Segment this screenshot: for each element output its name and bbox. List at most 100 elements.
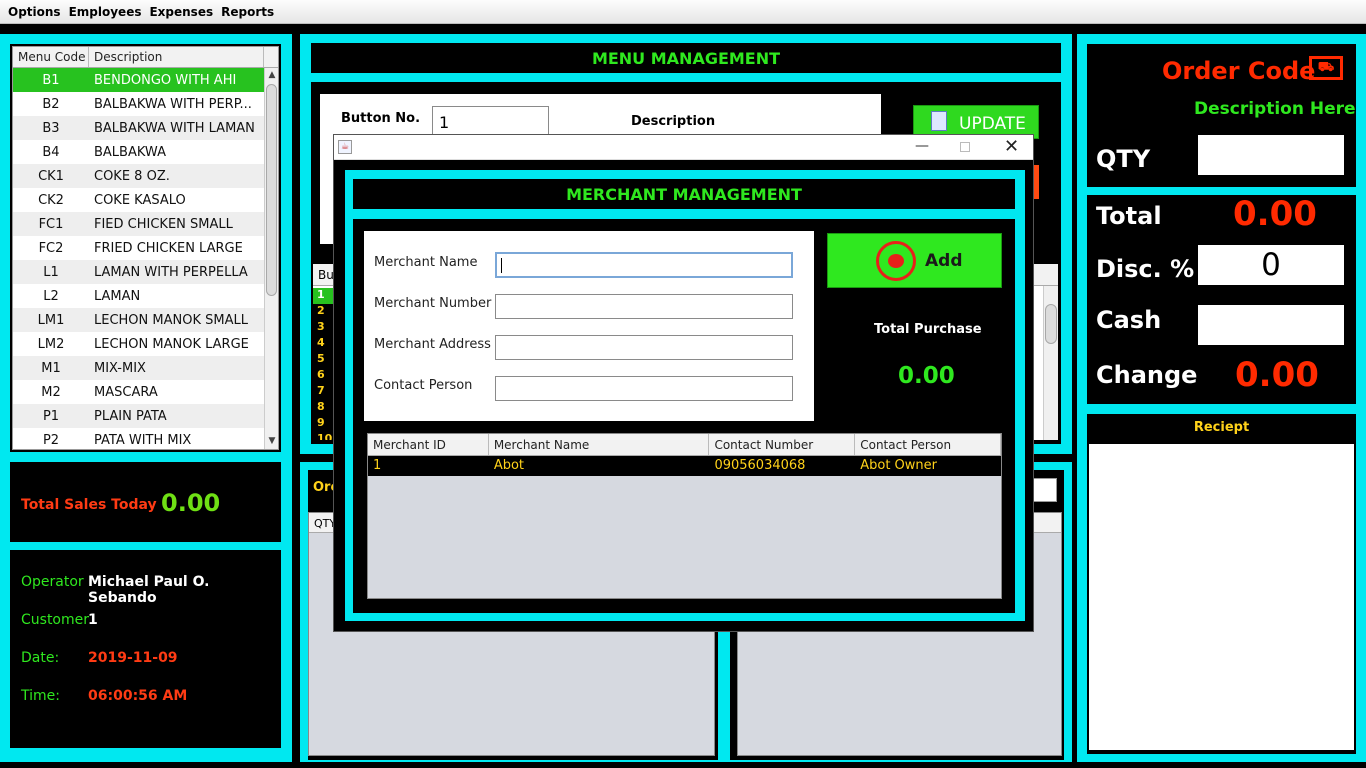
scroll-up-icon[interactable]: ▲ xyxy=(265,68,278,82)
button-list-thumb[interactable] xyxy=(1045,304,1057,344)
menu-bar: Options Employees Expenses Reports xyxy=(0,0,1366,24)
receipt-area[interactable] xyxy=(1089,444,1354,750)
close-icon[interactable]: ✕ xyxy=(1004,136,1019,157)
merchant-address-input[interactable] xyxy=(495,335,793,360)
menu-table: Menu Code Description B1 BENDONGO WITH AH… xyxy=(12,46,279,450)
add-button[interactable]: Add xyxy=(827,233,1002,288)
menu-code-cell: M2 xyxy=(41,384,61,400)
description-label: Description xyxy=(631,114,716,129)
menu-code-cell: FC1 xyxy=(38,216,64,232)
menu-code-cell: CK1 xyxy=(38,168,64,184)
scroll-thumb[interactable] xyxy=(266,84,277,296)
button-number[interactable]: 5 xyxy=(313,352,335,368)
order-code-label: Order Code xyxy=(1162,57,1316,85)
order-search-input[interactable] xyxy=(1033,478,1057,502)
table-row[interactable]: 1 Abot 09056034068 Abot Owner xyxy=(368,456,1001,476)
merchant-number-input[interactable] xyxy=(495,294,793,319)
menu-mgmt-title-bar: MENU MANAGEMENT xyxy=(311,43,1061,73)
menu-code-cell: LM2 xyxy=(37,336,65,352)
merchant-form: Merchant Name Merchant Number Merchant A… xyxy=(364,231,814,421)
maximize-icon[interactable] xyxy=(960,142,970,152)
button-number[interactable]: 8 xyxy=(313,400,335,416)
minimize-icon[interactable]: — xyxy=(915,138,929,154)
change-label: Change xyxy=(1096,361,1198,389)
text-caret xyxy=(501,258,502,273)
button-number[interactable]: 9 xyxy=(313,416,335,432)
date-label: Date: xyxy=(21,650,60,666)
menu-table-scrollbar[interactable]: ▲ ▼ xyxy=(264,68,278,449)
scroll-down-icon[interactable]: ▼ xyxy=(265,434,278,448)
contact-person-input[interactable] xyxy=(495,376,793,401)
button-number[interactable]: 1 xyxy=(313,288,335,304)
table-row[interactable]: L2 LAMAN xyxy=(13,284,264,308)
menu-code-cell: P2 xyxy=(42,432,60,448)
table-row[interactable]: B3 BALBAKWA WITH LAMAN xyxy=(13,116,264,140)
menu-code-cell: B4 xyxy=(42,144,60,160)
table-row[interactable]: B1 BENDONGO WITH AHI xyxy=(13,68,264,92)
menu-code-cell: M1 xyxy=(41,360,61,376)
menu-employees[interactable]: Employees xyxy=(64,0,145,19)
table-row[interactable]: L1 LAMAN WITH PERPELLA xyxy=(13,260,264,284)
menu-desc-cell: BALBAKWA WITH PERP... xyxy=(94,96,252,112)
col-menu-code[interactable]: Menu Code xyxy=(13,47,89,67)
button-number[interactable]: 2 xyxy=(313,304,335,320)
button-number[interactable]: 7 xyxy=(313,384,335,400)
menu-expenses[interactable]: Expenses xyxy=(144,0,216,19)
total-value: 0.00 xyxy=(1233,194,1317,234)
col-contact-person[interactable]: Contact Person xyxy=(855,434,1001,455)
receipt-label: Reciept xyxy=(1193,420,1250,435)
menu-desc-cell: LAMAN xyxy=(94,288,141,304)
add-label: Add xyxy=(925,251,963,271)
cart-icon[interactable]: ⛟ xyxy=(1309,56,1343,80)
table-row[interactable]: P2 PATA WITH MIX xyxy=(13,428,264,449)
table-row[interactable]: CK1 COKE 8 OZ. xyxy=(13,164,264,188)
button-no-input[interactable]: 1 xyxy=(432,106,549,136)
contact-person-cell: Abot Owner xyxy=(860,458,937,473)
table-row[interactable]: P1 PLAIN PATA xyxy=(13,404,264,428)
table-row[interactable]: FC2 FRIED CHICKEN LARGE xyxy=(13,236,264,260)
table-row[interactable]: LM1 LECHON MANOK SMALL xyxy=(13,308,264,332)
button-number[interactable]: 3 xyxy=(313,320,335,336)
disc-label: Disc. % xyxy=(1096,255,1195,283)
merchant-table: Merchant ID Merchant Name Contact Number… xyxy=(367,433,1002,599)
dialog-titlebar[interactable]: ☕ — ✕ xyxy=(334,135,1033,160)
button-number[interactable]: 6 xyxy=(313,368,335,384)
menu-options[interactable]: Options xyxy=(0,0,64,19)
total-purchase-value: 0.00 xyxy=(898,363,955,389)
menu-desc-cell: MASCARA xyxy=(94,384,158,400)
button-list-scrollbar[interactable] xyxy=(1043,286,1058,440)
customer-value: 1 xyxy=(88,612,98,628)
table-row[interactable]: CK2 COKE KASALO xyxy=(13,188,264,212)
table-row[interactable]: B2 BALBAKWA WITH PERP... xyxy=(13,92,264,116)
contact-number-cell: 09056034068 xyxy=(714,458,806,473)
merchant-dialog: ☕ — ✕ MERCHANT MANAGEMENT Merchant Name … xyxy=(333,134,1034,632)
col-contact-number[interactable]: Contact Number xyxy=(709,434,856,455)
table-row[interactable]: LM2 LECHON MANOK LARGE xyxy=(13,332,264,356)
cash-label: Cash xyxy=(1096,306,1162,334)
qty-input[interactable] xyxy=(1198,135,1344,175)
time-value: 06:00:56 AM xyxy=(88,688,188,704)
button-number[interactable]: 10 xyxy=(313,432,335,440)
button-number[interactable]: 4 xyxy=(313,336,335,352)
col-description[interactable]: Description xyxy=(89,47,264,67)
merchant-name-input[interactable] xyxy=(495,252,793,278)
add-merchant-icon xyxy=(876,241,916,281)
table-row[interactable]: FC1 FIED CHICKEN SMALL xyxy=(13,212,264,236)
table-row[interactable]: B4 BALBAKWA xyxy=(13,140,264,164)
menu-desc-cell: PLAIN PATA xyxy=(94,408,167,424)
total-sales-label: Total Sales Today xyxy=(21,497,157,513)
total-purchase-label: Total Purchase xyxy=(874,322,982,337)
menu-reports[interactable]: Reports xyxy=(216,0,277,19)
disc-input[interactable]: 0 xyxy=(1198,245,1344,285)
cash-input[interactable] xyxy=(1198,305,1344,345)
table-row[interactable]: M2 MASCARA xyxy=(13,380,264,404)
col-merchant-id[interactable]: Merchant ID xyxy=(368,434,489,455)
menu-desc-cell: FRIED CHICKEN LARGE xyxy=(94,240,243,256)
operator-value: Michael Paul O. Sebando xyxy=(88,574,210,606)
table-row[interactable]: M1 MIX-MIX xyxy=(13,356,264,380)
sales-box: Total Sales Today 0.00 xyxy=(10,462,281,542)
col-merchant-name[interactable]: Merchant Name xyxy=(489,434,710,455)
total-sales-value: 0.00 xyxy=(161,489,221,517)
merchant-address-label: Merchant Address xyxy=(374,337,491,352)
time-label: Time: xyxy=(21,688,60,704)
